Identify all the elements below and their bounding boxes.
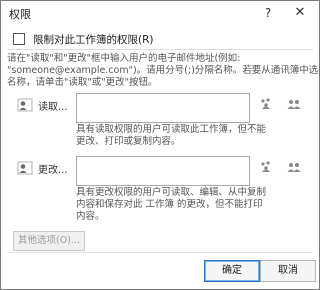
address-book-icon[interactable] (286, 160, 302, 174)
address-book-icon[interactable] (286, 97, 302, 111)
cancel-button[interactable]: 取消 (260, 260, 316, 282)
window-title: 权限 (9, 8, 31, 21)
help-button[interactable]: ? (257, 3, 279, 23)
restrict-label[interactable]: 限制对此工作簿的权限(R) (33, 32, 154, 47)
read-description-line: 更改、打印或复制内容。 (76, 136, 181, 147)
restrict-checkbox[interactable] (13, 33, 25, 45)
title-bar: 权限 ? ✕ (1, 1, 319, 25)
change-description-line: 内容和保存对此 工作簿 的更改，但不能打印 (76, 199, 263, 210)
close-button[interactable]: ✕ (289, 3, 311, 23)
everyone-icon[interactable] (259, 97, 275, 111)
everyone-icon[interactable] (259, 160, 275, 174)
more-options-button[interactable]: 其他选项(O)... (13, 231, 85, 251)
change-users-input[interactable] (76, 156, 250, 186)
change-description: 具有更改权限的用户可读取、编辑、从中复制 内容和保存对此 工作簿 的更改，但不能… (76, 187, 266, 223)
change-button[interactable]: 更改... (38, 161, 68, 176)
read-description-line: 具有读取权限的用户可读取此工作簿，但不能 (76, 124, 267, 135)
change-description-line: 具有更改权限的用户可读取、编辑、从中复制 (76, 187, 267, 198)
instructions-text: 请在"读取"和"更改"框中输入用户的电子邮件地址(例如: "someone@ex… (7, 53, 320, 89)
instructions-line: "someone@example.com")。请用分号(;)分隔名称。若要从通讯… (7, 65, 320, 76)
read-button[interactable]: 读取... (38, 98, 68, 113)
instructions-line: 名称，请单击"读取"或"更改"按钮。 (7, 77, 158, 88)
person-icon[interactable] (17, 161, 33, 175)
read-description: 具有读取权限的用户可读取此工作簿，但不能 更改、打印或复制内容。 (76, 124, 266, 148)
separator (7, 252, 313, 253)
instructions-line: 请在"读取"和"更改"框中输入用户的电子邮件地址(例如: (7, 53, 241, 64)
person-icon[interactable] (17, 98, 33, 112)
permissions-dialog: 权限 ? ✕ 限制对此工作簿的权限(R) 请在"读取"和"更改"框中输入用户的电… (0, 0, 320, 290)
change-description-line: 内容。 (76, 211, 105, 222)
separator (7, 49, 313, 50)
read-users-input[interactable] (76, 93, 250, 123)
ok-button[interactable]: 确定 (204, 260, 260, 282)
